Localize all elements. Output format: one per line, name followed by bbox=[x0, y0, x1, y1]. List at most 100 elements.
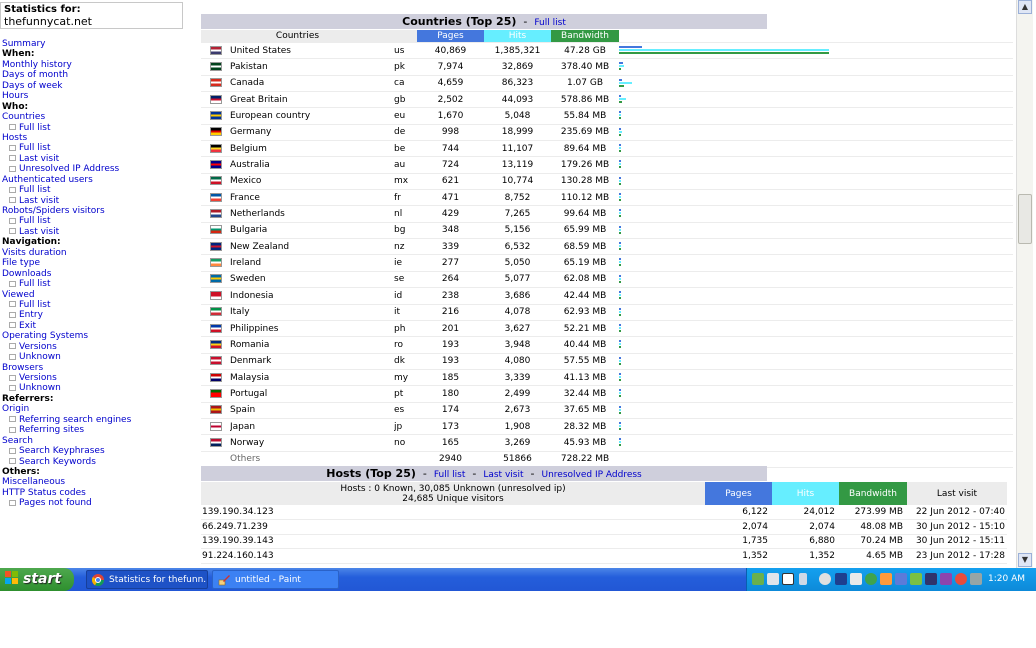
vertical-scrollbar[interactable]: ▲ ▼ bbox=[1016, 0, 1033, 568]
country-name: Norway bbox=[230, 437, 265, 448]
tray-shield-icon[interactable] bbox=[910, 573, 922, 585]
menu-item[interactable]: Miscellaneous bbox=[2, 477, 131, 487]
scroll-up-icon[interactable]: ▲ bbox=[1018, 0, 1032, 14]
tray-volume-icon[interactable] bbox=[850, 573, 862, 585]
flag-cell bbox=[201, 386, 230, 402]
menu-subitem[interactable]: Exit bbox=[2, 321, 131, 331]
menu-subitem[interactable]: Last visit bbox=[2, 227, 131, 237]
tray-gray-icon[interactable] bbox=[970, 573, 982, 585]
menu-section-header: When: bbox=[2, 49, 131, 59]
menu-item[interactable]: Hosts bbox=[2, 133, 131, 143]
menu-item[interactable]: Countries bbox=[2, 112, 131, 122]
menu-item[interactable]: Search bbox=[2, 436, 131, 446]
country-bandwidth: 65.19 MB bbox=[563, 258, 607, 269]
scroll-thumb[interactable] bbox=[1018, 194, 1032, 244]
menu-subitem[interactable]: Versions bbox=[2, 373, 131, 383]
country-hits: 3,948 bbox=[504, 339, 531, 350]
scroll-down-icon[interactable]: ▼ bbox=[1018, 553, 1032, 567]
menu-subitem[interactable]: Versions bbox=[2, 342, 131, 352]
menu-item[interactable]: Monthly history bbox=[2, 60, 131, 70]
menu-item[interactable]: Hours bbox=[2, 91, 131, 101]
menu-subitem[interactable]: Full list bbox=[2, 143, 131, 153]
menu-subitem[interactable]: Full list bbox=[2, 185, 131, 195]
tray-clock-icon[interactable] bbox=[819, 573, 831, 585]
menu-subitem[interactable]: Full list bbox=[2, 300, 131, 310]
hosts-section-title: Hosts (Top 25) - Full list - Last visit … bbox=[201, 466, 767, 481]
menu-item[interactable]: Downloads bbox=[2, 269, 131, 279]
country-row: Belgium be 744 11,107 89.64 MB bbox=[201, 141, 1013, 157]
menu-subitem[interactable]: Full list bbox=[2, 279, 131, 289]
menu-item[interactable]: Origin bbox=[2, 404, 131, 414]
menu-item[interactable]: Robots/Spiders visitors bbox=[2, 206, 131, 216]
tray-bluetooth-icon[interactable] bbox=[835, 573, 847, 585]
menu-subitem[interactable]: Last visit bbox=[2, 154, 131, 164]
flag-cell bbox=[201, 75, 230, 91]
menu-item[interactable]: Browsers bbox=[2, 363, 131, 373]
menu-item[interactable]: Visits duration bbox=[2, 248, 131, 258]
country-row: Italy it 216 4,078 62.93 MB bbox=[201, 304, 1013, 321]
menu-subitem[interactable]: Full list bbox=[2, 216, 131, 226]
statistics-site-box: Statistics for: thefunnycat.net bbox=[0, 2, 183, 29]
countries-full-list-link[interactable]: Full list bbox=[534, 18, 565, 28]
country-pages: 724 bbox=[441, 160, 460, 171]
hosts-unresolved-link[interactable]: Unresolved IP Address bbox=[541, 470, 641, 480]
tray-purple-icon[interactable] bbox=[940, 573, 952, 585]
menu-item[interactable]: File type bbox=[2, 258, 131, 268]
hosts-last-visit-link[interactable]: Last visit bbox=[483, 470, 523, 480]
col-bandwidth: Bandwidth bbox=[551, 30, 619, 43]
tray-orange-icon[interactable] bbox=[880, 573, 892, 585]
flag-cell bbox=[201, 435, 230, 451]
bandwidth-bar bbox=[619, 231, 621, 234]
tray-green-icon[interactable] bbox=[865, 573, 877, 585]
tray-help-icon[interactable] bbox=[782, 573, 794, 585]
task-label: untitled - Paint bbox=[235, 575, 301, 585]
menu-item[interactable]: Authenticated users bbox=[2, 175, 131, 185]
country-code: gb bbox=[394, 94, 406, 105]
country-row: Sweden se 264 5,077 62.08 MB bbox=[201, 271, 1013, 288]
country-name: Bulgaria bbox=[230, 225, 268, 236]
menu-subitem[interactable]: Full list bbox=[2, 123, 131, 133]
task-paint[interactable]: untitled - Paint bbox=[212, 570, 339, 589]
menu-item[interactable]: Days of month bbox=[2, 70, 131, 80]
host-hits: 24,012 bbox=[803, 507, 836, 517]
tray-display-icon[interactable] bbox=[925, 573, 937, 585]
site-name: thefunnycat.net bbox=[4, 15, 92, 28]
countries-title: Countries (Top 25) bbox=[402, 15, 517, 28]
start-button[interactable]: start bbox=[0, 568, 74, 591]
tray-chevron-icon[interactable] bbox=[799, 573, 807, 585]
task-chrome[interactable]: Statistics for thefunn... bbox=[86, 570, 208, 589]
menu-subitem[interactable]: Referring search engines bbox=[2, 415, 131, 425]
menu-item[interactable]: Viewed bbox=[2, 290, 131, 300]
pages-bar bbox=[619, 274, 621, 277]
menu-subitem[interactable]: Entry bbox=[2, 310, 131, 320]
menu-subitem[interactable]: Search Keyphrases bbox=[2, 446, 131, 456]
menu-subitem[interactable]: Unknown bbox=[2, 383, 131, 393]
hosts-full-list-link[interactable]: Full list bbox=[434, 470, 465, 480]
menu-item[interactable]: Days of week bbox=[2, 81, 131, 91]
tray-blue-icon[interactable] bbox=[895, 573, 907, 585]
tray-red-icon[interactable] bbox=[955, 573, 967, 585]
country-hits: 1,385,321 bbox=[494, 45, 541, 56]
menu-item[interactable]: Summary bbox=[2, 39, 131, 49]
title-separator: - bbox=[523, 15, 528, 28]
menu-item[interactable]: Operating Systems bbox=[2, 331, 131, 341]
menu-item[interactable]: HTTP Status codes bbox=[2, 488, 131, 498]
tray-monitor-icon[interactable] bbox=[767, 573, 779, 585]
menu-subitem[interactable]: Pages not found bbox=[2, 498, 131, 508]
country-bandwidth: 42.44 MB bbox=[563, 290, 607, 301]
menu-subitem[interactable]: Referring sites bbox=[2, 425, 131, 435]
menu-subitem[interactable]: Search Keywords bbox=[2, 457, 131, 467]
country-code: ca bbox=[394, 78, 405, 89]
host-ip: 139.190.39.143 bbox=[202, 536, 274, 547]
menu-subitem[interactable]: Last visit bbox=[2, 196, 131, 206]
menu-subitem[interactable]: Unknown bbox=[2, 352, 131, 362]
menu-subitem[interactable]: Unresolved IP Address bbox=[2, 164, 131, 174]
country-code: no bbox=[394, 437, 406, 448]
menu-label: Days of month bbox=[2, 70, 69, 81]
bandwidth-bar bbox=[619, 133, 621, 136]
flag-cell bbox=[201, 92, 230, 108]
country-hits: 5,077 bbox=[504, 274, 531, 285]
tray-network-icon[interactable] bbox=[752, 573, 764, 585]
menu-label: Miscellaneous bbox=[2, 477, 66, 488]
col-bars bbox=[619, 30, 1013, 43]
